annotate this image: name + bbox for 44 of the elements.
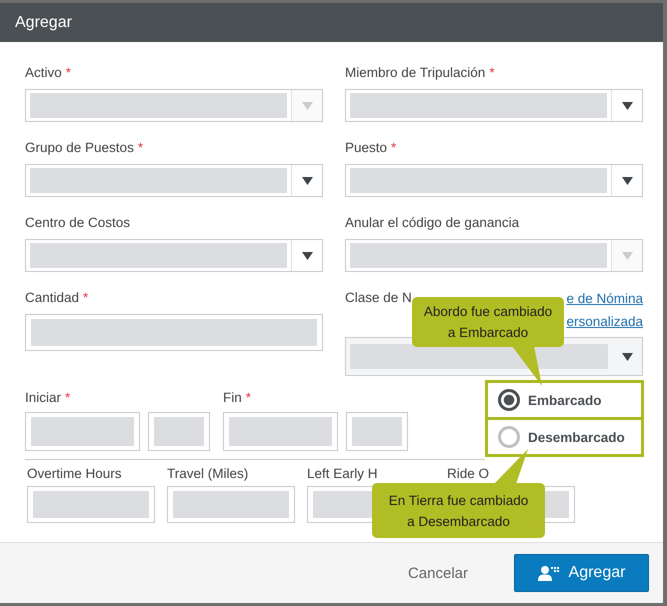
- field-label: Anular el código de ganancia: [345, 214, 520, 232]
- dropdown[interactable]: [25, 239, 323, 272]
- field-label: Clase de N: [345, 289, 412, 307]
- add-button[interactable]: Agregar: [514, 554, 649, 592]
- required-mark: *: [489, 64, 495, 82]
- field-label: Overtime Hours: [27, 466, 122, 481]
- cancel-button[interactable]: Cancelar: [408, 556, 468, 590]
- radio-option[interactable]: Desembarcado: [488, 417, 641, 454]
- caret-icon: [622, 352, 632, 360]
- field-label: Cantidad: [25, 289, 80, 307]
- radio-button[interactable]: [498, 389, 520, 411]
- custom-link[interactable]: e de Nómina ersonalizada: [566, 287, 643, 333]
- required-mark: *: [66, 64, 72, 82]
- required-mark: *: [83, 289, 88, 307]
- dialog-title: Agregar: [15, 14, 72, 32]
- field-label: Ride O: [447, 466, 490, 481]
- field-label: Centro de Costos: [25, 214, 130, 232]
- input-field[interactable]: [167, 486, 295, 523]
- dropdown[interactable]: [345, 164, 643, 197]
- dropdown[interactable]: [345, 239, 643, 272]
- dropdown[interactable]: [345, 89, 643, 122]
- date-field[interactable]: [25, 412, 140, 451]
- radio-button[interactable]: [498, 426, 520, 448]
- dropdown[interactable]: [25, 164, 323, 197]
- required-mark: *: [138, 139, 144, 157]
- date-field[interactable]: [223, 412, 338, 451]
- field-label: Left Early H: [307, 466, 378, 481]
- field-label: Activo: [25, 64, 62, 82]
- dropdown[interactable]: [25, 89, 323, 122]
- radio-option[interactable]: Embarcado: [488, 383, 641, 417]
- field-label: Miembro de Tripulación: [345, 64, 486, 82]
- field-label: Iniciar: [25, 389, 62, 407]
- field-label: Fin: [223, 389, 242, 407]
- field-label: Puesto: [345, 139, 388, 157]
- input-field[interactable]: [27, 486, 155, 523]
- required-mark: *: [65, 389, 70, 407]
- time-field[interactable]: [148, 412, 210, 451]
- input-field[interactable]: [25, 314, 323, 351]
- time-field[interactable]: [346, 412, 408, 451]
- required-mark: *: [246, 389, 252, 407]
- field-label: Travel (Miles): [167, 466, 248, 481]
- field-label: Grupo de Puestos: [25, 139, 134, 157]
- person-icon: [538, 565, 560, 581]
- required-mark: *: [391, 139, 396, 157]
